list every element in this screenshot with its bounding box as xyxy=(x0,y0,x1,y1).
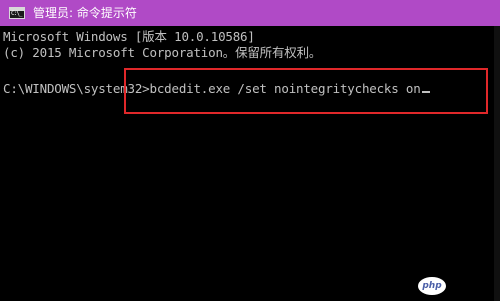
cmd-icon: C:\_ xyxy=(9,7,25,19)
command-highlight-box xyxy=(124,68,488,114)
command-prompt-window: C:\_ 管理员: 命令提示符 Microsoft Windows [版本 10… xyxy=(0,0,500,301)
title-bar[interactable]: C:\_ 管理员: 命令提示符 xyxy=(0,0,500,26)
watermark-text: php xyxy=(422,281,442,291)
vertical-scrollbar[interactable] xyxy=(494,26,500,301)
php-watermark-logo: php xyxy=(418,277,446,295)
cmd-icon-prompt: C:\_ xyxy=(11,10,22,17)
console-line-version: Microsoft Windows [版本 10.0.10586] xyxy=(3,29,255,44)
console-line-copyright: (c) 2015 Microsoft Corporation。保留所有权利。 xyxy=(3,45,322,60)
window-title: 管理员: 命令提示符 xyxy=(33,6,137,20)
